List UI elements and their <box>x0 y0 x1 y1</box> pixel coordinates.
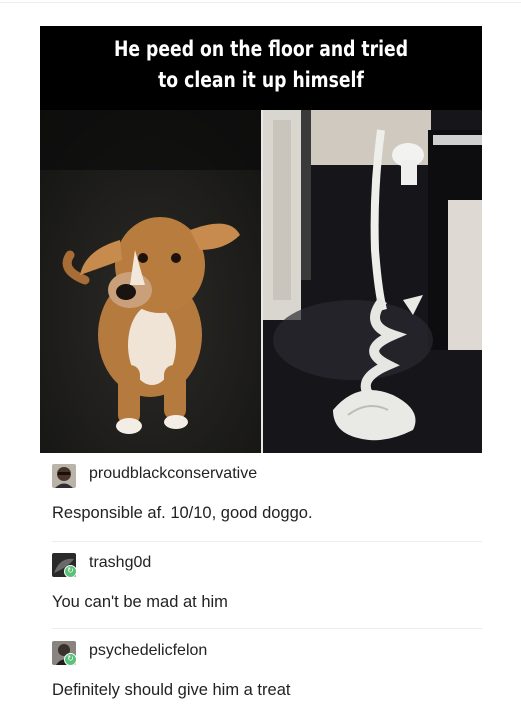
username[interactable]: psychedelicfelon <box>89 642 207 660</box>
reblog-icon: ↻ <box>64 565 77 578</box>
caption-line-1: He peed on the floor and tried <box>113 37 409 61</box>
bathroom-illustration <box>263 110 482 453</box>
post-caption: He peed on the floor and tried to clean … <box>80 34 442 96</box>
comment-divider <box>52 628 482 629</box>
reblog-icon: ↻ <box>64 653 77 666</box>
comment-text: You can't be mad at him <box>52 593 228 611</box>
comment-divider <box>52 541 482 542</box>
comment-text: Responsible af. 10/10, good doggo. <box>52 504 313 522</box>
username[interactable]: trashg0d <box>89 554 151 572</box>
avatar[interactable] <box>52 464 76 488</box>
dog-illustration <box>40 110 261 453</box>
post-photo: He peed on the floor and tried to clean … <box>40 26 482 453</box>
username[interactable]: proudblackconservative <box>89 465 257 483</box>
comment-text: Definitely should give him a treat <box>52 681 291 699</box>
caption-banner: He peed on the floor and tried to clean … <box>40 26 482 110</box>
caption-line-2: to clean it up himself <box>158 68 364 92</box>
dog-photo <box>40 110 261 453</box>
top-divider <box>0 2 521 3</box>
toilet-paper-photo <box>263 110 482 453</box>
